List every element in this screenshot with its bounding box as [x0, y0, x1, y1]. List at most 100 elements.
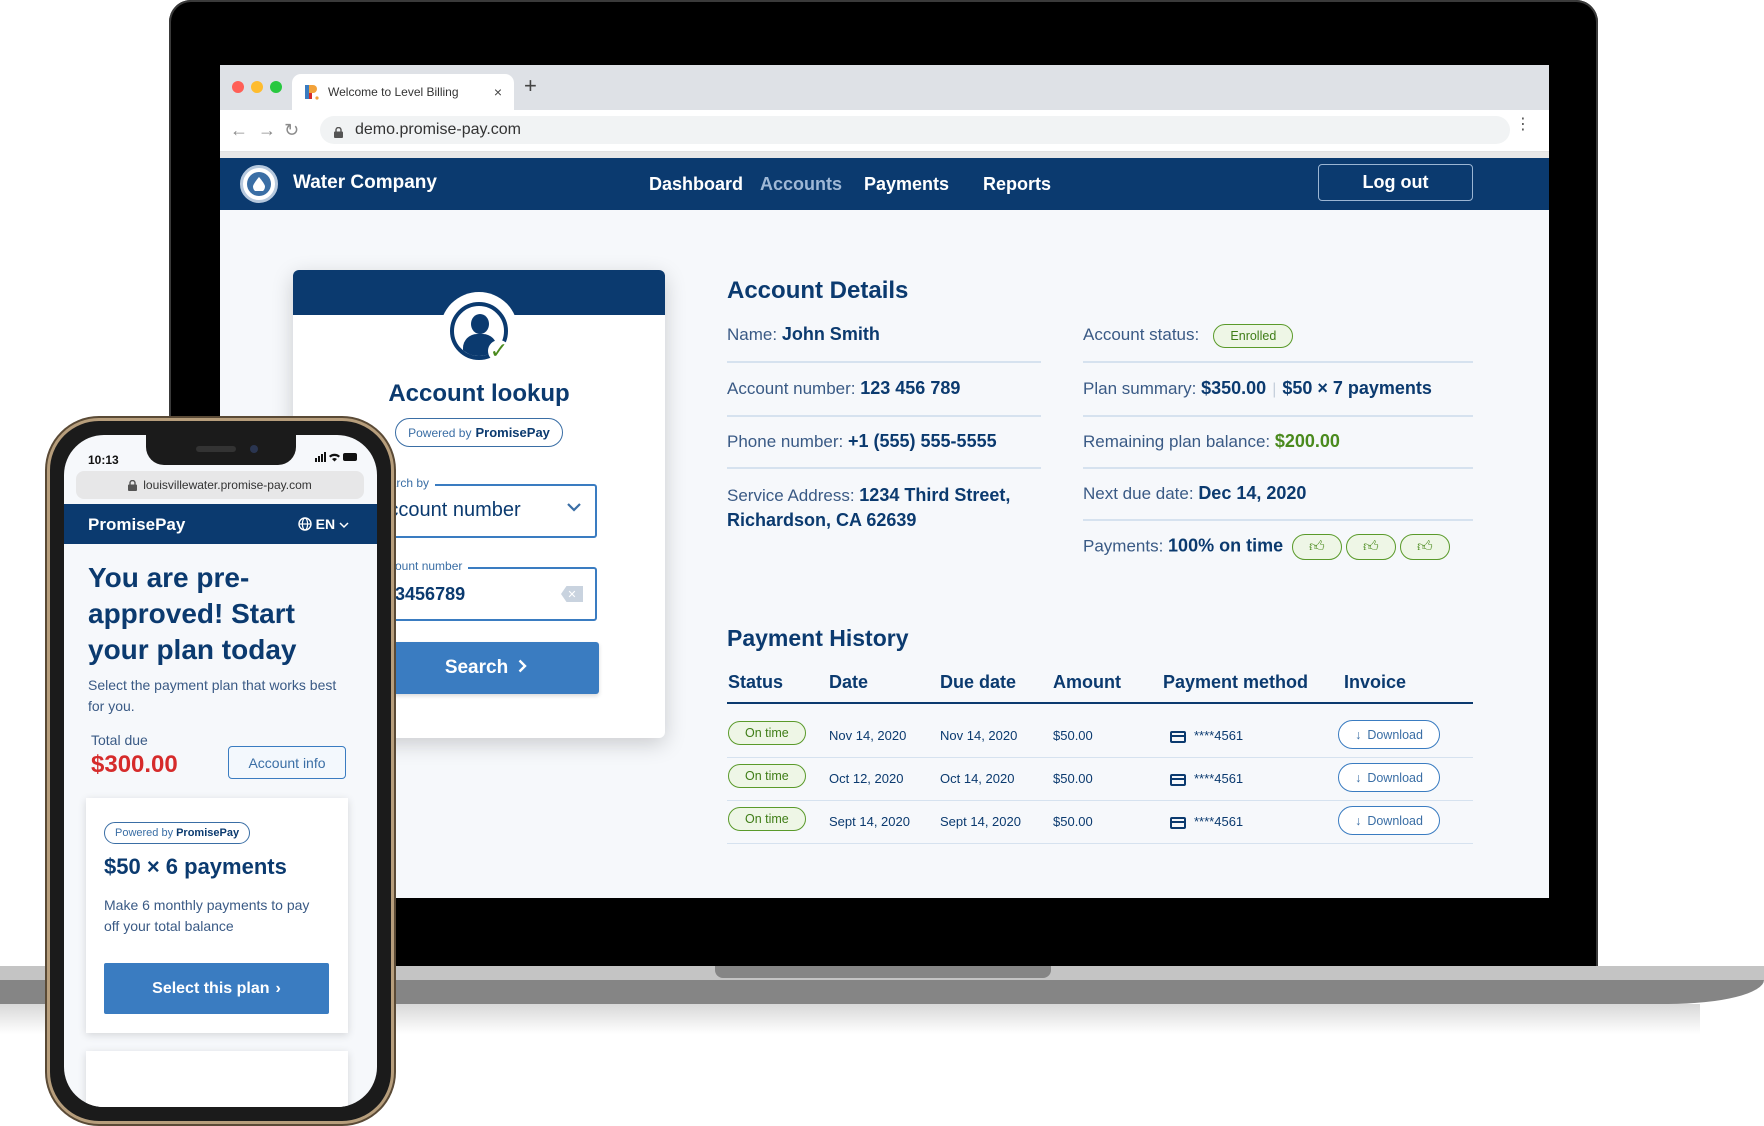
- row-method: ****4561: [1194, 814, 1244, 829]
- row-due-date: Sept 14, 2020: [940, 814, 1021, 829]
- thumbs-up-icon: 👍︎: [1345, 534, 1396, 560]
- brand-name: Water Company: [293, 172, 437, 193]
- globe-icon: [298, 517, 312, 531]
- chevron-right-icon: ›: [275, 979, 281, 997]
- nav-payments[interactable]: Payments: [864, 174, 949, 195]
- col-invoice: Invoice: [1344, 672, 1407, 692]
- row-amount: $50.00: [1053, 728, 1093, 743]
- detail-phone: Phone number: +1 (555) 555-5555: [727, 431, 997, 451]
- verified-user-icon: ✓: [440, 292, 518, 370]
- detail-name: Name: John Smith: [727, 324, 880, 344]
- enrolled-badge: Enrolled: [1213, 324, 1294, 348]
- logout-button[interactable]: Log out: [1318, 164, 1473, 201]
- row-method: ****4561: [1194, 728, 1244, 743]
- row-date: Sept 14, 2020: [829, 814, 910, 829]
- plan-card: Powered by PromisePay $50 × 6 payments Ma…: [86, 798, 348, 1033]
- row-date: Nov 14, 2020: [829, 728, 907, 743]
- close-window-button[interactable]: [232, 81, 244, 93]
- back-icon[interactable]: ←: [230, 120, 248, 141]
- credit-card-icon: [1170, 816, 1186, 829]
- payment-history-title: Payment History: [727, 625, 909, 651]
- phone-header: PromisePay EN: [64, 504, 377, 544]
- detail-service-address: Service Address: 1234 Third Street, Richa…: [727, 485, 1011, 530]
- phone-brand: PromisePay: [88, 515, 186, 534]
- address-bar-row: ← → ↻ demo.promise-pay.com ⋮: [220, 110, 1549, 152]
- chevron-down-icon: [339, 522, 349, 529]
- detail-next-due: Next due date: Dec 14, 2020: [1083, 483, 1307, 503]
- powered-brand: PromisePay: [475, 425, 550, 440]
- download-icon: ↓: [1355, 727, 1362, 742]
- search-button[interactable]: Search: [373, 642, 599, 694]
- nav-accounts[interactable]: Accounts: [760, 174, 842, 195]
- table-row: On time Sept 14, 2020 Sept 14, 2020 $50.…: [727, 801, 1473, 844]
- powered-by-badge: Powered by PromisePay: [395, 418, 563, 447]
- chevron-right-icon: [518, 657, 527, 679]
- reload-icon[interactable]: ↻: [284, 120, 299, 141]
- total-due-label: Total due: [91, 732, 148, 748]
- thumbs-up-icon: 👍︎: [1291, 534, 1342, 560]
- detail-plan-summary: Plan summary: $350.00 | $50 × 7 payments: [1083, 378, 1432, 398]
- search-by-select[interactable]: Search by Account number: [373, 476, 597, 538]
- search-button-label: Search: [444, 657, 509, 678]
- close-tab-icon[interactable]: ×: [494, 84, 502, 100]
- table-row: On time Oct 12, 2020 Oct 14, 2020 $50.00…: [727, 758, 1473, 801]
- url-input[interactable]: demo.promise-pay.com: [320, 116, 1510, 144]
- detail-account-status: Account status: Enrolled: [1083, 324, 1294, 348]
- new-tab-icon[interactable]: +: [524, 73, 537, 99]
- select-plan-button[interactable]: Select this plan ›: [104, 963, 329, 1014]
- table-row: On time Nov 14, 2020 Nov 14, 2020 $50.00…: [727, 715, 1473, 758]
- on-time-badge: On time: [728, 807, 806, 831]
- phone-hero-title: You are pre-approved! Start your plan to…: [88, 562, 297, 665]
- water-company-logo: [240, 165, 278, 203]
- phone-status-icons: [315, 452, 359, 465]
- minimize-window-button[interactable]: [251, 81, 263, 93]
- nav-reports[interactable]: Reports: [983, 174, 1051, 195]
- account-number-input[interactable]: Account number 123456789 ✕: [373, 559, 597, 621]
- language-selector[interactable]: EN: [298, 516, 349, 532]
- maximize-window-button[interactable]: [270, 81, 282, 93]
- laptop-screen: Welcome to Level Billing × + ← → ↻ demo.…: [220, 65, 1549, 898]
- credit-card-icon: [1170, 773, 1186, 786]
- col-payment-method: Payment method: [1163, 672, 1309, 692]
- download-invoice-button[interactable]: ↓ Download: [1338, 763, 1440, 792]
- credit-card-icon: [1170, 730, 1186, 743]
- row-method: ****4561: [1194, 771, 1244, 786]
- col-date: Date: [829, 672, 869, 692]
- browser-tab-bar: Welcome to Level Billing × +: [220, 65, 1549, 110]
- detail-payments-on-time: Payments: 100% on time 👍︎ 👍︎ 👍︎: [1083, 534, 1450, 560]
- lock-icon: [128, 479, 138, 491]
- on-time-badge: On time: [728, 764, 806, 788]
- row-date: Oct 12, 2020: [829, 771, 904, 786]
- search-by-value: Account number: [375, 499, 521, 521]
- row-amount: $50.00: [1053, 771, 1093, 786]
- plan-title: $50 × 6 payments: [104, 854, 287, 879]
- phone-device: 10:13 louisvillewater.promise-pay.com Pr…: [47, 418, 394, 1124]
- plan-card-next: [86, 1051, 348, 1107]
- detail-account-number: Account number: 123 456 789: [727, 378, 961, 398]
- lock-icon: [334, 125, 343, 138]
- row-due-date: Oct 14, 2020: [940, 771, 1015, 786]
- forward-icon[interactable]: →: [258, 120, 276, 141]
- download-invoice-button[interactable]: ↓ Download: [1338, 806, 1440, 835]
- tab-title: Welcome to Level Billing: [328, 85, 459, 99]
- browser-menu-icon[interactable]: ⋮: [1515, 117, 1531, 133]
- account-info-button[interactable]: Account info: [228, 746, 346, 779]
- browser-tab[interactable]: Welcome to Level Billing ×: [292, 74, 514, 110]
- promisepay-favicon-icon: [304, 84, 320, 100]
- total-due-amount: $300.00: [91, 751, 178, 778]
- thumbs-up-icon: 👍︎: [1399, 534, 1450, 560]
- on-time-badge: On time: [728, 721, 806, 745]
- phone-screen: 10:13 louisvillewater.promise-pay.com Pr…: [64, 435, 377, 1107]
- col-due-date: Due date: [940, 672, 1017, 692]
- water-drop-icon: [247, 172, 271, 196]
- download-invoice-button[interactable]: ↓ Download: [1338, 720, 1440, 749]
- phone-url: louisvillewater.promise-pay.com: [143, 478, 312, 492]
- powered-by-badge: Powered by PromisePay: [104, 822, 251, 844]
- account-details-title: Account Details: [727, 277, 909, 304]
- clear-input-icon[interactable]: ✕: [561, 586, 583, 602]
- chevron-down-icon[interactable]: [567, 496, 581, 517]
- phone-url-bar[interactable]: louisvillewater.promise-pay.com: [76, 471, 364, 499]
- nav-dashboard[interactable]: Dashboard: [649, 174, 743, 195]
- col-status: Status: [728, 672, 784, 692]
- row-due-date: Nov 14, 2020: [940, 728, 1018, 743]
